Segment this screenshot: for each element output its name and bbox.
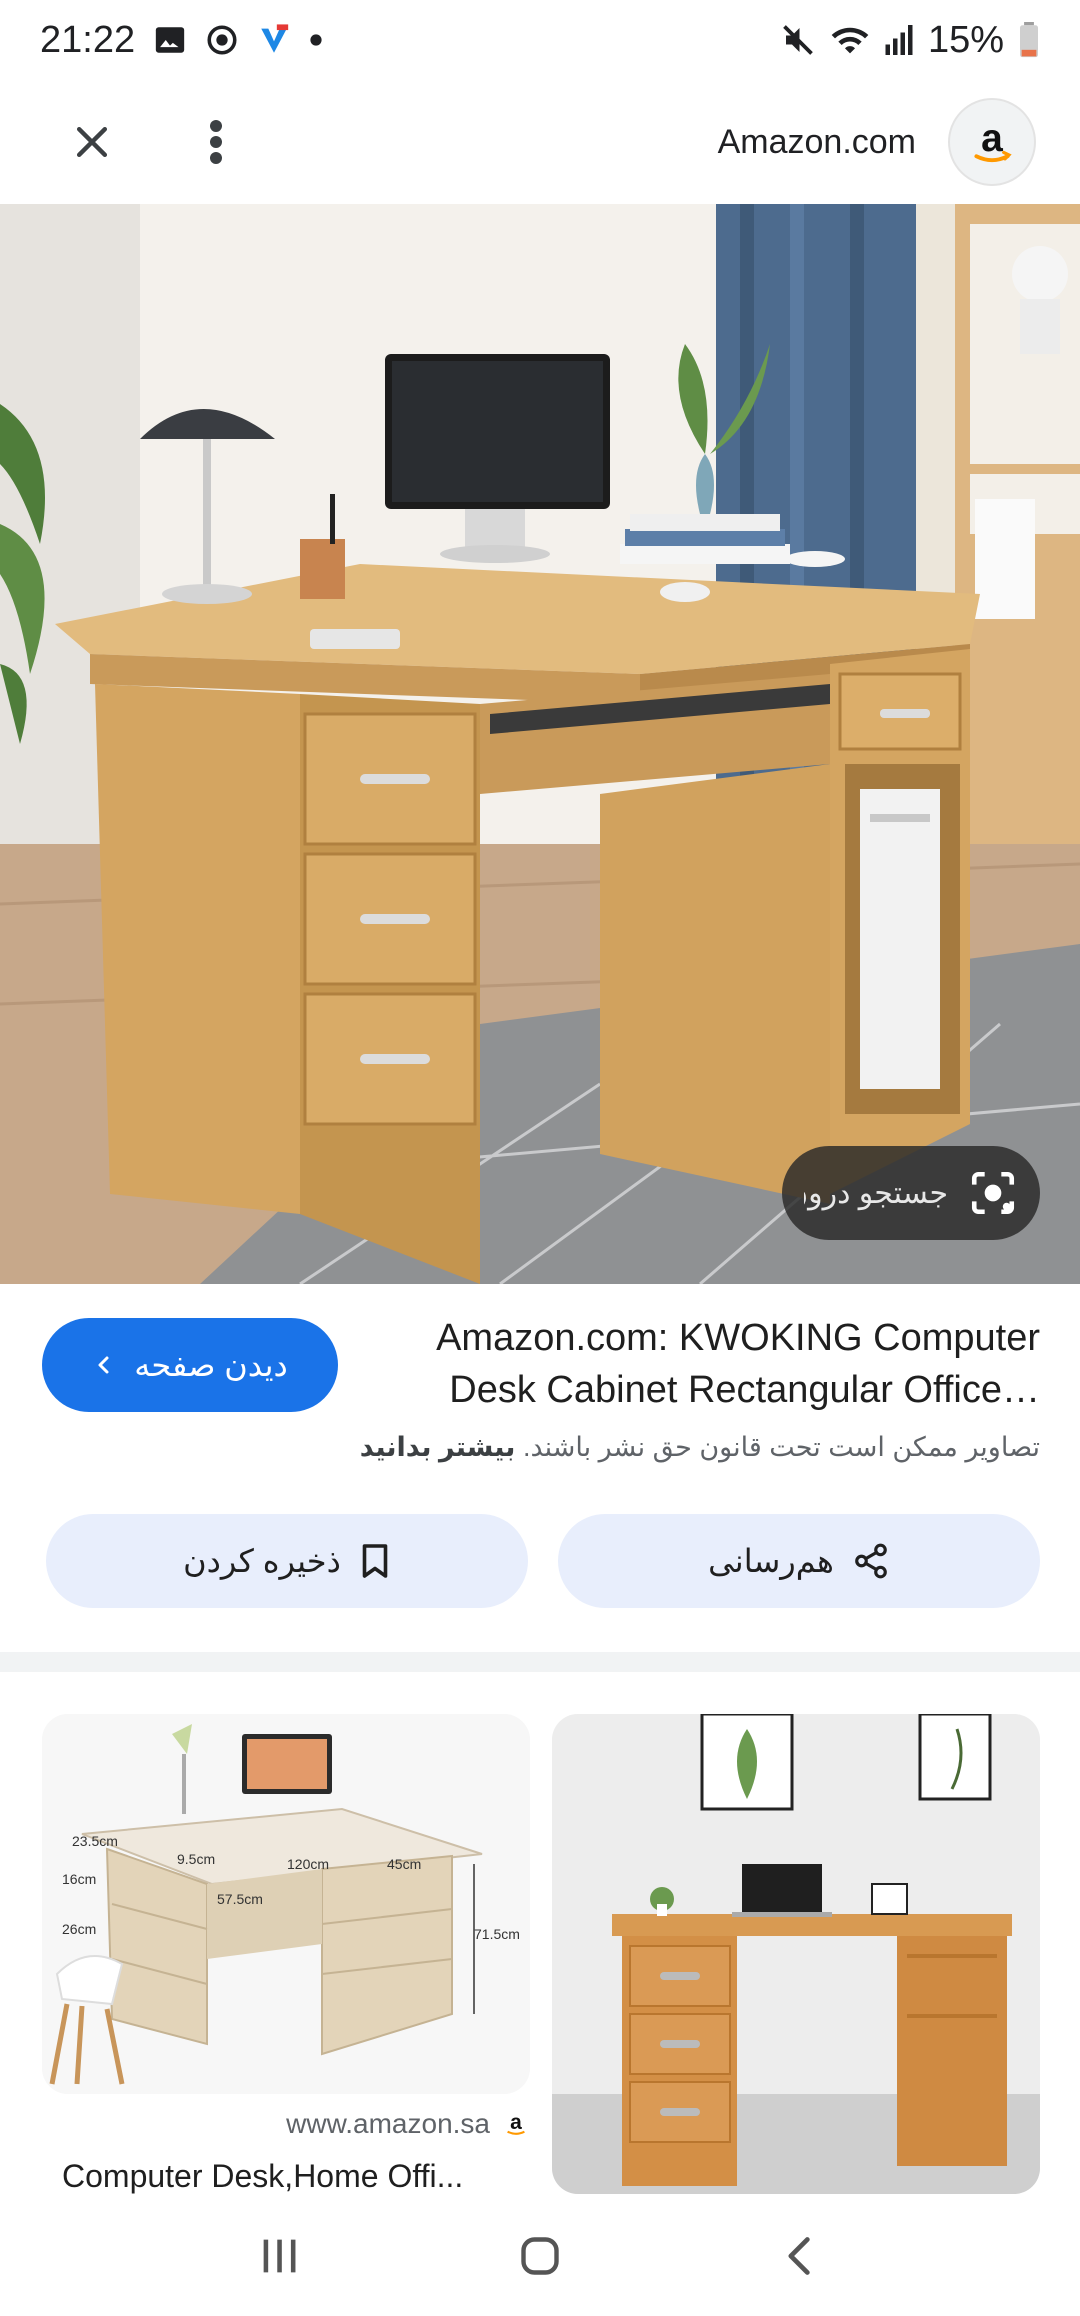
close-icon (76, 126, 108, 158)
related-result-2[interactable] (552, 1714, 1040, 2194)
svg-text:45cm: 45cm (387, 1856, 421, 1872)
status-time: 21:22 (40, 18, 136, 61)
save-button[interactable]: ذخیره کردن (46, 1514, 528, 1608)
lens-icon (971, 1171, 1015, 1215)
result-1-source[interactable]: www.amazon.sa a (42, 2108, 530, 2140)
svg-text:16cm: 16cm (62, 1871, 96, 1887)
office-desk-photo (0, 204, 1080, 1284)
svg-text:71.5cm: 71.5cm (474, 1926, 520, 1942)
svg-text:a: a (981, 117, 1003, 160)
main-image[interactable]: جستجو درون تصویر (0, 204, 1080, 1284)
lens-search-button[interactable]: جستجو درون تصویر (782, 1146, 1040, 1240)
amazon-favicon-icon: a (507, 2111, 525, 2135)
battery-percent: 15% (927, 18, 1004, 61)
signal-icon (884, 23, 914, 57)
share-icon (855, 1543, 887, 1579)
vpn-icon (257, 23, 291, 57)
battery-icon (1018, 22, 1040, 58)
title-line-1: Amazon.com: KWOKING Computer (436, 1317, 1040, 1359)
source-link[interactable]: Amazon.com a (718, 98, 1036, 186)
result-1-title[interactable]: Computer Desk,Home Offi... (62, 2158, 530, 2194)
share-button[interactable]: هم‌رسانی (558, 1514, 1040, 1608)
source-name: Amazon.com (717, 122, 916, 161)
svg-text:9.5cm: 9.5cm (177, 1851, 215, 1867)
desk-dimensions-image: 23.5cm 9.5cm 120cm 45cm 16cm 57.5cm 26cm… (42, 1714, 530, 2094)
home-icon (521, 2237, 559, 2275)
view-page-button[interactable]: دیدن صفحه (42, 1318, 338, 1412)
svg-text:23.5cm: 23.5cm (72, 1833, 118, 1849)
status-bar: 21:22 15% (0, 0, 1080, 80)
svg-text:26cm: 26cm (62, 1921, 96, 1937)
recent-apps-button[interactable] (240, 2216, 320, 2296)
more-options-button[interactable] (168, 94, 264, 190)
svg-text:57.5cm: 57.5cm (217, 1891, 263, 1907)
result-1-source-url: www.amazon.sa (286, 2108, 490, 2139)
system-nav-bar (0, 2196, 1080, 2316)
share-label: هم‌رسانی (708, 1543, 834, 1579)
mute-icon (780, 22, 816, 58)
close-button[interactable] (44, 94, 140, 190)
back-button[interactable] (760, 2216, 840, 2296)
copyright-text: تصاویر ممکن است تحت قانون حق نشر باشند. (522, 1432, 1040, 1462)
copyright-notice: تصاویر ممکن است تحت قانون حق نشر باشند. … (40, 1432, 1040, 1463)
related-result-1[interactable]: 23.5cm 9.5cm 120cm 45cm 16cm 57.5cm 26cm… (42, 1714, 530, 2094)
learn-more-link[interactable]: بیشتر بدانید (360, 1432, 516, 1462)
section-divider (0, 1652, 1080, 1672)
back-icon (788, 2237, 810, 2275)
result-title[interactable]: Amazon.com: KWOKING Computer Desk Cabine… (340, 1312, 1040, 1416)
svg-text:120cm: 120cm (287, 1856, 329, 1872)
home-button[interactable] (500, 2216, 580, 2296)
save-label: ذخیره کردن (183, 1543, 341, 1579)
dot-icon (309, 33, 323, 47)
bookmark-icon (362, 1544, 388, 1578)
wooden-desk-image (552, 1714, 1040, 2194)
title-line-2: Desk Cabinet Rectangular Office… (449, 1369, 1040, 1411)
svg-text:a: a (510, 2111, 522, 2134)
sync-icon (205, 23, 239, 57)
view-page-label: دیدن صفحه (134, 1347, 288, 1383)
recent-apps-icon (263, 2239, 296, 2273)
wifi-icon (830, 22, 870, 58)
top-app-bar: Amazon.com a (0, 80, 1080, 204)
result-info: دیدن صفحه Amazon.com: KWOKING Computer D… (0, 1284, 1080, 1484)
more-vert-icon (210, 120, 222, 164)
chevron-left-icon (98, 1356, 109, 1374)
amazon-logo-icon: a (948, 98, 1036, 186)
gallery-icon (153, 23, 187, 57)
lens-label: جستجو درون تصویر (804, 1176, 948, 1210)
action-row: ذخیره کردن هم‌رسانی (0, 1514, 1080, 1610)
